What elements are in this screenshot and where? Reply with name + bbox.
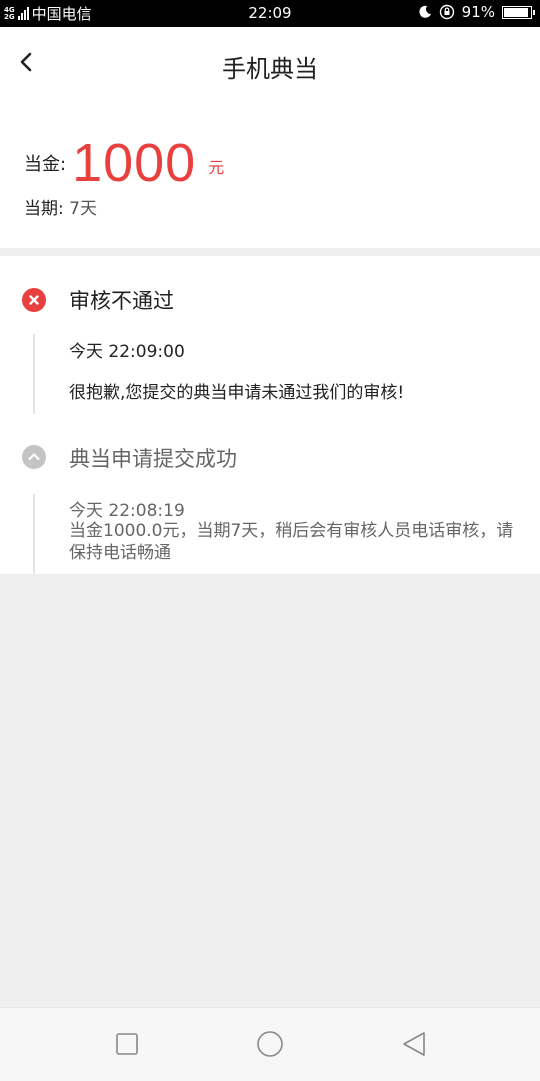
rejected-icon: [22, 288, 46, 312]
back-button[interactable]: [10, 45, 46, 81]
timeline-step-message: 当金1000.0元，当期7天，稍后会有审核人员电话审核，请保持电话畅通: [69, 521, 514, 563]
home-button[interactable]: [254, 1028, 286, 1060]
timeline-step-time: 今天 22:09:00: [69, 342, 185, 362]
chevron-up-icon: [28, 453, 40, 461]
submitted-icon: [22, 445, 46, 469]
period-row: 当期: 7天: [24, 194, 97, 219]
amount-unit: 元: [208, 158, 225, 177]
timeline-step-title: 审核不通过: [69, 289, 174, 313]
timeline-connector: [33, 494, 35, 574]
timeline-connector: [33, 334, 35, 414]
period-label: 当期:: [24, 199, 64, 219]
nav-back-button[interactable]: [398, 1028, 430, 1060]
close-icon: [29, 295, 39, 305]
timeline-step-title: 典当申请提交成功: [69, 447, 237, 471]
rotation-lock-icon: [439, 4, 454, 20]
square-icon: [116, 1033, 138, 1055]
moon-icon: [419, 5, 431, 18]
chevron-left-icon: [20, 52, 32, 72]
battery-percent: 91%: [461, 3, 495, 21]
amount-label: 当金:: [24, 154, 67, 175]
period-value: 7天: [69, 199, 97, 219]
amount-row: 当金: 1000 元: [24, 132, 224, 194]
app-header: 手机典当: [0, 27, 540, 102]
system-nav-bar: [0, 1007, 540, 1081]
battery-fill: [504, 7, 528, 17]
triangle-back-icon: [403, 1032, 425, 1056]
amount-value: 1000: [72, 133, 197, 193]
recents-button[interactable]: [111, 1028, 143, 1060]
pawn-summary: 当金: 1000 元 当期: 7天: [0, 102, 540, 248]
timeline-step-message: 很抱歉,您提交的典当申请未通过我们的审核!: [69, 383, 405, 403]
status-right: 91%: [418, 3, 535, 21]
status-timeline: 审核不通过 今天 22:09:00 很抱歉,您提交的典当申请未通过我们的审核! …: [0, 256, 540, 574]
timeline-step-time: 今天 22:08:19: [69, 501, 185, 521]
battery-icon: [502, 5, 535, 19]
circle-icon: [257, 1031, 283, 1057]
status-bar: 4G 2G 中国电信 22:09 91%: [0, 0, 540, 27]
page-title: 手机典当: [222, 55, 318, 83]
